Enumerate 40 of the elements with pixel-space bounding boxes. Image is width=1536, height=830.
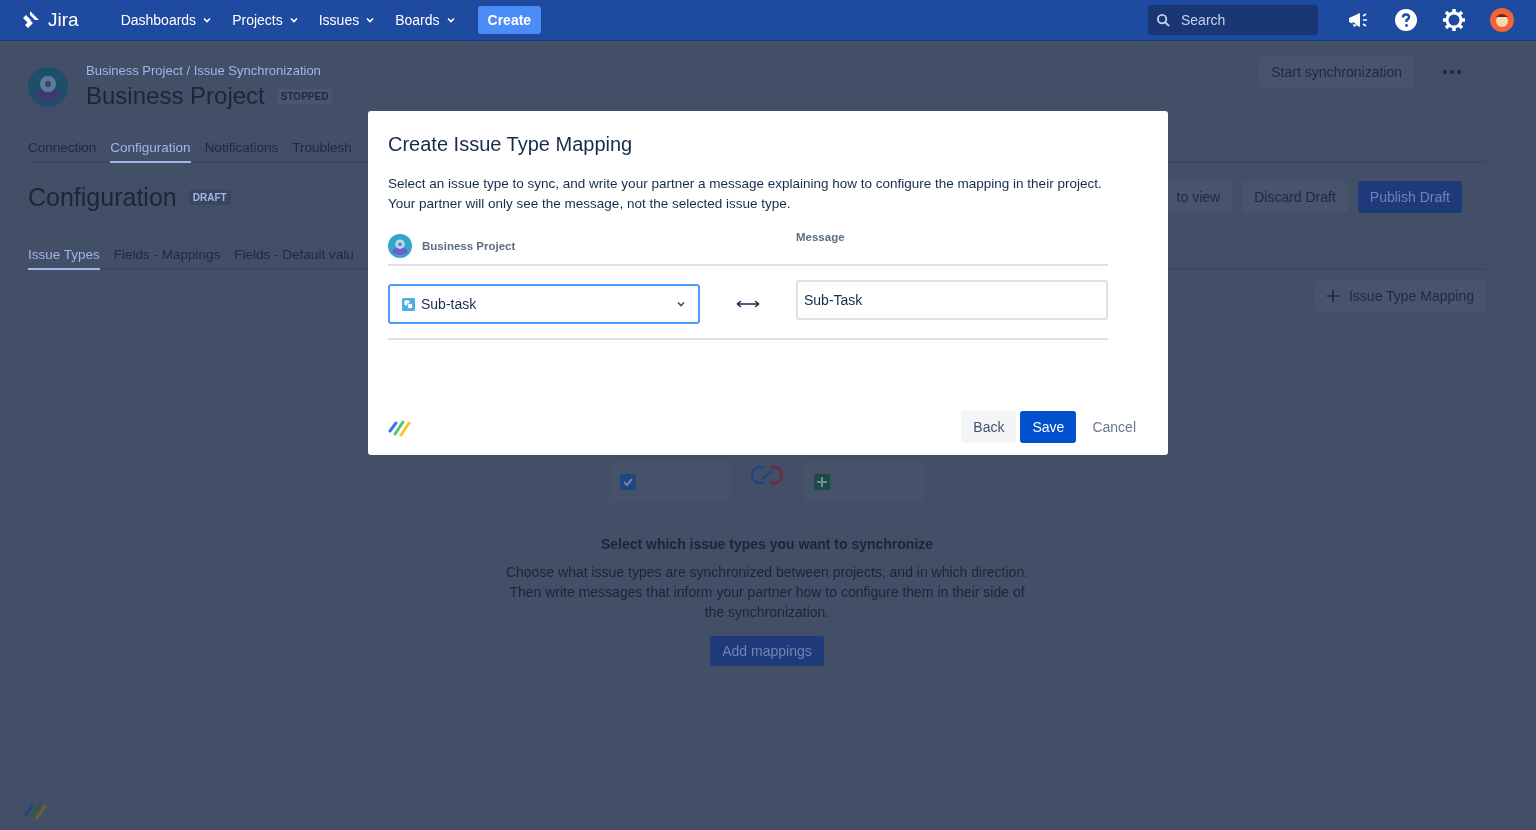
settings-icon[interactable] <box>1442 8 1466 32</box>
draft-lozenge: DRAFT <box>188 189 231 205</box>
message-input[interactable]: Sub-Task <box>796 280 1108 320</box>
dialog-title: Create Issue Type Mapping <box>388 133 634 156</box>
sync-link-icon <box>750 464 784 486</box>
breadcrumb-link[interactable]: Business Project / Issue Synchronization <box>86 63 333 78</box>
project-avatar-icon <box>388 234 412 258</box>
avatar-icon[interactable] <box>1490 8 1514 32</box>
caret-icon <box>288 15 299 25</box>
column-header: Message <box>796 231 845 243</box>
tab[interactable]: Configuration <box>110 132 191 163</box>
nav-menu[interactable]: Dashboards <box>112 6 221 34</box>
search-field[interactable]: Search <box>1148 5 1318 35</box>
nav-menu[interactable]: Projects <box>224 6 307 34</box>
search-input[interactable]: Search <box>1179 11 1303 29</box>
nav-menu[interactable]: Boards <box>387 6 464 34</box>
issue-type-dropdown[interactable]: Sub-task <box>388 284 700 324</box>
dialog-button[interactable]: Cancel <box>1080 411 1148 443</box>
search-icon <box>1156 12 1171 28</box>
dialog-button[interactable]: Back <box>961 411 1017 443</box>
dialog-description: Select an issue type to sync, and write your partner a message explaining how to configure the mapping in their project. Your partner will only see the message, not the selected issue type. <box>388 175 1103 213</box>
help-icon[interactable] <box>1394 8 1418 32</box>
add-mappings-button[interactable]: Add mappings <box>710 636 824 666</box>
product-name: Jira <box>48 9 79 31</box>
project-avatar-icon <box>28 66 68 107</box>
checkbox-icon <box>620 474 636 490</box>
column-header: Business Project <box>422 240 516 252</box>
nav-menu[interactable]: Issues <box>310 6 384 34</box>
create-button[interactable]: Create <box>477 6 542 34</box>
dialog-button[interactable]: Save <box>1020 411 1077 443</box>
plus-icon <box>1326 290 1339 302</box>
caret-icon <box>202 15 213 25</box>
toolbar-button[interactable]: Publish Draft <box>1357 181 1462 213</box>
double-arrow-icon <box>736 299 760 309</box>
sub-tab[interactable]: Issue Types <box>28 239 100 270</box>
plus-box-icon <box>814 474 830 490</box>
chevron-down-icon <box>676 299 686 309</box>
caret-icon <box>365 15 376 25</box>
caret-icon <box>445 15 456 25</box>
subtask-icon <box>402 297 415 311</box>
